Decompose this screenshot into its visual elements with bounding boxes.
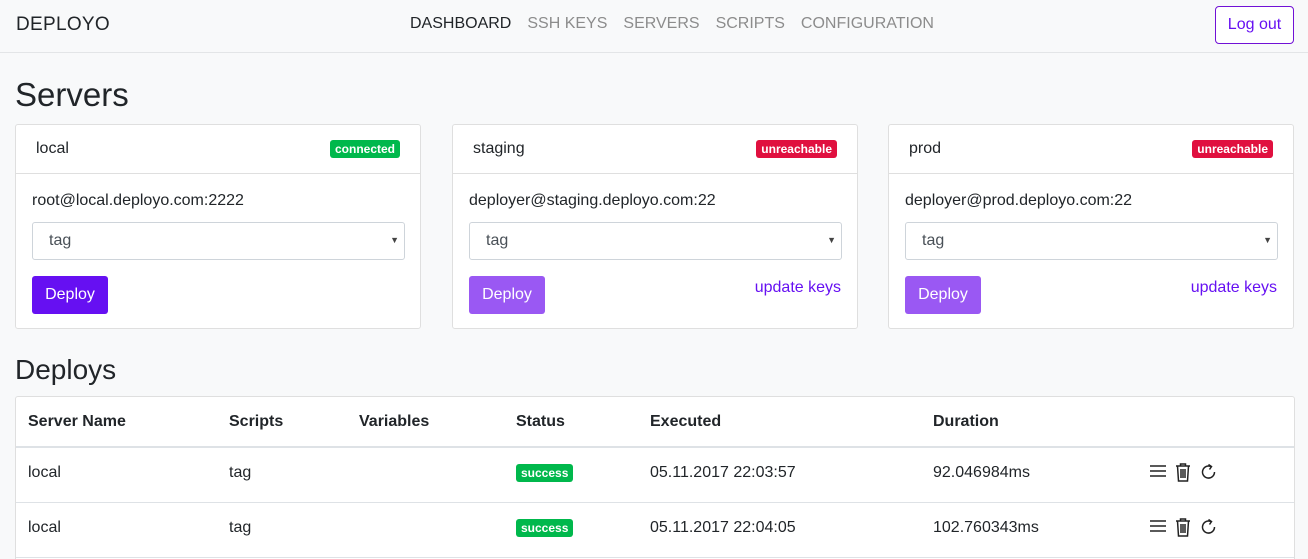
column-header-scripts: Scripts bbox=[229, 413, 284, 430]
cell-scripts: tag bbox=[229, 464, 252, 481]
server-card-local: local connected root@local.deployo.com:2… bbox=[15, 124, 421, 329]
cell-executed: 05.11.2017 22:04:05 bbox=[650, 519, 796, 536]
status-badge: success bbox=[516, 519, 574, 537]
select-value: tag bbox=[922, 232, 945, 249]
script-select[interactable]: tag ▼ bbox=[905, 222, 1278, 260]
table-row: local tag success 05.11.2017 22:03:57 92… bbox=[16, 448, 1294, 503]
deploy-button[interactable]: Deploy bbox=[469, 276, 545, 314]
server-card-prod: prod unreachable deployer@prod.deployo.c… bbox=[888, 124, 1294, 329]
cell-executed: 05.11.2017 22:03:57 bbox=[650, 464, 796, 481]
table-row: local tag success 05.11.2017 22:04:05 10… bbox=[16, 503, 1294, 558]
status-badge: unreachable bbox=[1192, 140, 1273, 158]
navbar: DEPLOYO DASHBOARD SSH KEYS SERVERS SCRIP… bbox=[0, 0, 1308, 53]
servers-heading: Servers bbox=[15, 76, 129, 113]
list-icon[interactable] bbox=[1148, 461, 1168, 483]
server-host: deployer@staging.deployo.com:22 bbox=[469, 192, 716, 209]
trash-icon[interactable] bbox=[1173, 516, 1193, 538]
cell-server: local bbox=[28, 464, 61, 481]
status-badge: connected bbox=[329, 140, 400, 158]
server-card-staging: staging unreachable deployer@staging.dep… bbox=[452, 124, 858, 329]
select-value: tag bbox=[49, 232, 72, 249]
update-keys-link[interactable]: update keys bbox=[1191, 279, 1277, 297]
server-host: deployer@prod.deployo.com:22 bbox=[905, 192, 1133, 209]
nav-links: DASHBOARD SSH KEYS SERVERS SCRIPTS CONFI… bbox=[410, 15, 950, 33]
nav-dashboard[interactable]: DASHBOARD bbox=[410, 15, 511, 33]
column-header-status: Status bbox=[516, 413, 565, 430]
server-card-header: local connected bbox=[16, 125, 420, 174]
update-keys-link[interactable]: update keys bbox=[755, 279, 841, 297]
list-icon[interactable] bbox=[1148, 516, 1168, 538]
dropdown-caret-icon: ▼ bbox=[390, 235, 399, 245]
select-value: tag bbox=[486, 232, 509, 249]
column-header-variables: Variables bbox=[359, 413, 430, 430]
deploys-table: Server Name Scripts Variables Status Exe… bbox=[15, 396, 1295, 559]
brand-logo[interactable]: DEPLOYO bbox=[16, 14, 110, 36]
logout-button[interactable]: Log out bbox=[1215, 6, 1294, 44]
server-host: root@local.deployo.com:2222 bbox=[32, 192, 244, 209]
refresh-icon[interactable] bbox=[1199, 461, 1219, 483]
cell-scripts: tag bbox=[229, 519, 252, 536]
script-select[interactable]: tag ▼ bbox=[469, 222, 842, 260]
trash-icon[interactable] bbox=[1173, 461, 1193, 483]
server-name: staging bbox=[473, 140, 525, 157]
cell-server: local bbox=[28, 519, 61, 536]
deploys-heading: Deploys bbox=[15, 354, 117, 385]
dropdown-caret-icon: ▼ bbox=[1263, 235, 1272, 245]
server-card-header: staging unreachable bbox=[453, 125, 857, 174]
deploy-button[interactable]: Deploy bbox=[905, 276, 981, 314]
server-name: prod bbox=[909, 140, 942, 157]
status-badge: success bbox=[516, 464, 574, 482]
script-select[interactable]: tag ▼ bbox=[32, 222, 405, 260]
nav-configuration[interactable]: CONFIGURATION bbox=[801, 15, 934, 33]
nav-servers[interactable]: SERVERS bbox=[623, 15, 699, 33]
cell-duration: 92.046984ms bbox=[933, 464, 1030, 481]
cell-duration: 102.760343ms bbox=[933, 519, 1039, 536]
server-name: local bbox=[36, 140, 69, 157]
nav-ssh-keys[interactable]: SSH KEYS bbox=[527, 15, 607, 33]
column-header-duration: Duration bbox=[933, 413, 999, 430]
refresh-icon[interactable] bbox=[1199, 516, 1219, 538]
nav-scripts[interactable]: SCRIPTS bbox=[716, 15, 785, 33]
deploy-button[interactable]: Deploy bbox=[32, 276, 108, 314]
dropdown-caret-icon: ▼ bbox=[827, 235, 836, 245]
status-badge: unreachable bbox=[756, 140, 837, 158]
server-card-header: prod unreachable bbox=[889, 125, 1293, 174]
column-header-executed: Executed bbox=[650, 413, 722, 430]
column-header-server-name: Server Name bbox=[28, 413, 126, 430]
